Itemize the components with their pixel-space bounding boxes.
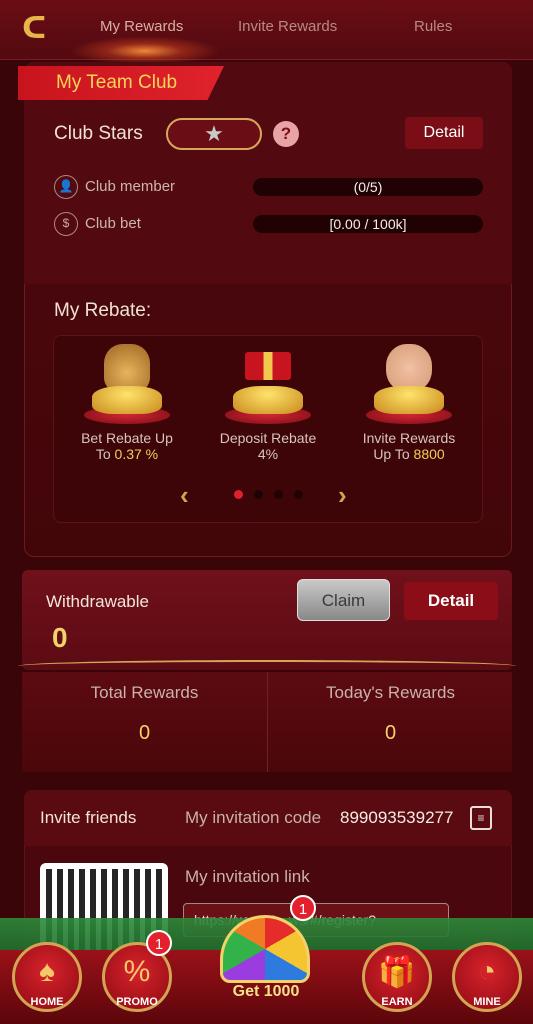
club-stars-badge: ★ xyxy=(166,118,262,150)
carousel-dot-active[interactable] xyxy=(234,490,243,499)
rebate-item-bet[interactable]: Bet Rebate Up To 0.37 % xyxy=(67,344,187,462)
handshake-icon xyxy=(364,344,454,424)
rebate-title: My Rebate: xyxy=(54,300,152,321)
chevron-right-icon[interactable]: › xyxy=(338,480,347,511)
chevron-left-icon[interactable]: ‹ xyxy=(180,480,189,511)
tab-invite-rewards[interactable]: Invite Rewards xyxy=(238,18,337,35)
club-detail-button[interactable]: Detail xyxy=(405,117,483,149)
nav-promo-label: PROMO xyxy=(116,996,158,1008)
back-logo-icon[interactable]: ᑕ xyxy=(22,12,56,46)
gift-icon: 🎁 xyxy=(378,956,416,989)
wheel-label[interactable]: Get 1000 xyxy=(212,983,320,1001)
today-rewards-label: Today's Rewards xyxy=(326,683,455,702)
invitation-code: 899093539277 xyxy=(340,808,454,827)
total-rewards-label: Total Rewards xyxy=(90,683,199,702)
rebate-name: Invite Rewards xyxy=(362,430,456,446)
rebate-prefix: To xyxy=(95,446,115,462)
club-member-label: Club member xyxy=(85,178,176,195)
bet-coin-icon: $ xyxy=(54,212,78,236)
rebate-item-deposit[interactable]: Deposit Rebate 4% xyxy=(208,344,328,462)
rebate-value: 0.37 % xyxy=(114,446,159,462)
club-member-progress: (0/5) xyxy=(253,178,483,196)
carousel-dot[interactable] xyxy=(274,490,283,499)
withdrawable-label: Withdrawable xyxy=(46,592,149,611)
gold-divider xyxy=(18,660,516,672)
withdraw-detail-button[interactable]: Detail xyxy=(404,582,498,620)
nav-earn-label: EARN xyxy=(381,996,413,1008)
gift-box-icon xyxy=(223,344,313,424)
carousel-dot[interactable] xyxy=(254,490,263,499)
promo-icon: % xyxy=(123,955,151,988)
home-icon: ♠ xyxy=(39,955,55,988)
invitation-link-label: My invitation link xyxy=(185,867,310,886)
total-rewards-value: 0 xyxy=(138,722,151,744)
tab-my-rewards[interactable]: My Rewards xyxy=(100,18,183,35)
carousel-dot[interactable] xyxy=(294,490,303,499)
help-icon[interactable]: ? xyxy=(273,121,299,147)
today-rewards-value: 0 xyxy=(384,722,397,744)
claim-button[interactable]: Claim xyxy=(297,579,390,621)
star-icon: ★ xyxy=(204,121,224,146)
invite-friends-title: Invite friends xyxy=(40,808,137,827)
coin-bag-icon xyxy=(82,344,172,424)
nav-home-label: HOME xyxy=(30,996,64,1008)
mine-icon: ◔ xyxy=(477,955,497,988)
club-bet-label: Club bet xyxy=(85,215,141,232)
tab-rules[interactable]: Rules xyxy=(414,18,452,35)
wheel-badge: 1 xyxy=(290,895,316,921)
rebate-value: 4% xyxy=(257,446,279,462)
club-title: My Team Club xyxy=(56,72,178,93)
club-stars-label: Club Stars xyxy=(54,123,143,144)
member-icon: 👤 xyxy=(54,175,78,199)
rebate-item-invite[interactable]: Invite Rewards Up To 8800 xyxy=(349,344,469,462)
rebate-name: Bet Rebate Up xyxy=(81,430,173,446)
copy-icon[interactable]: ≡ xyxy=(470,806,492,830)
rebate-name: Deposit Rebate xyxy=(219,430,317,446)
withdrawable-value: 0 xyxy=(52,622,68,653)
invitation-code-label: My invitation code xyxy=(185,808,322,827)
promo-badge: 1 xyxy=(146,930,172,956)
rebate-value: 8800 xyxy=(413,446,445,462)
nav-mine-label: MINE xyxy=(473,996,501,1008)
rebate-prefix: Up To xyxy=(373,446,414,462)
club-bet-progress: [0.00 / 100k] xyxy=(253,215,483,233)
